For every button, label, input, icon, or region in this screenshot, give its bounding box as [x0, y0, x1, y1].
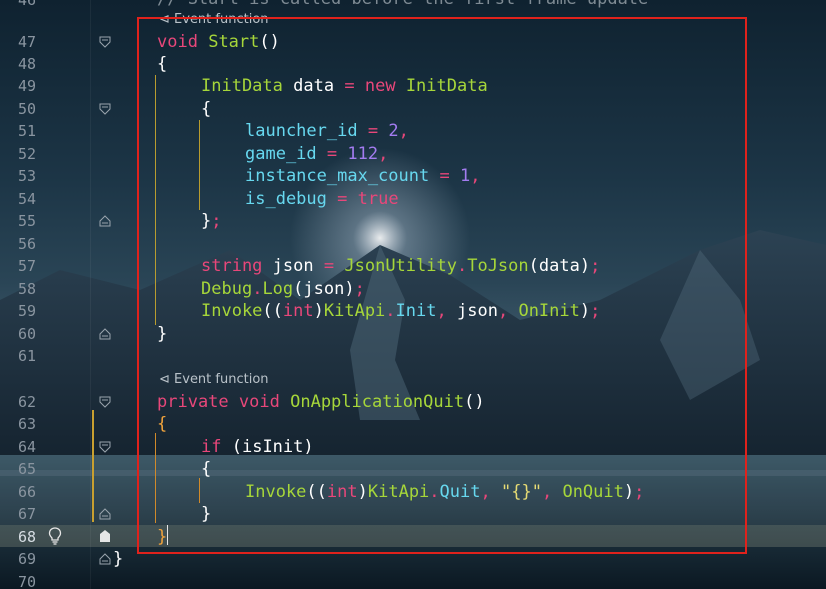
fold-icon[interactable] — [99, 553, 111, 565]
line-number: 54 — [17, 190, 36, 208]
fold-icon[interactable] — [99, 441, 111, 453]
line-number: 58 — [17, 280, 36, 298]
fold-icon[interactable] — [99, 215, 111, 227]
fold-icon[interactable] — [99, 103, 111, 115]
line-number: 56 — [17, 235, 36, 253]
line-number: 50 — [17, 100, 36, 118]
line-number: 47 — [17, 33, 36, 51]
fold-icon[interactable] — [99, 328, 111, 340]
line-number: 65 — [17, 460, 36, 478]
lightbulb-icon[interactable] — [48, 527, 62, 545]
line-number: 55 — [17, 212, 36, 230]
line-number: 48 — [17, 55, 36, 73]
line-number: 63 — [17, 415, 36, 433]
line-number: 53 — [17, 167, 36, 185]
fold-icon[interactable] — [99, 508, 111, 520]
line-number: 66 — [17, 483, 36, 501]
code-editor[interactable]: 46 47 48 49 50 51 52 53 54 55 56 57 58 5… — [0, 0, 826, 589]
fold-icon[interactable] — [99, 36, 111, 48]
line-number: 51 — [17, 122, 36, 140]
line-number: 46 — [17, 0, 36, 9]
line-number: 57 — [17, 257, 36, 275]
line-number-current: 68 — [17, 528, 36, 546]
line-number: 59 — [17, 302, 36, 320]
line-number: 70 — [17, 573, 36, 589]
line-number: 64 — [17, 438, 36, 456]
line-number: 67 — [17, 505, 36, 523]
line-number: 61 — [17, 347, 36, 365]
code-line-69[interactable]: } — [113, 548, 123, 570]
line-number: 49 — [17, 77, 36, 95]
bookmark-icon[interactable] — [99, 529, 111, 543]
line-number: 62 — [17, 393, 36, 411]
line-number: 69 — [17, 550, 36, 568]
change-indicator — [92, 410, 94, 522]
highlight-annotation-box — [137, 17, 747, 554]
fold-icon[interactable] — [99, 396, 111, 408]
code-comment-line: // Start is called before the first fram… — [157, 0, 648, 10]
line-number: 52 — [17, 145, 36, 163]
line-number: 60 — [17, 325, 36, 343]
